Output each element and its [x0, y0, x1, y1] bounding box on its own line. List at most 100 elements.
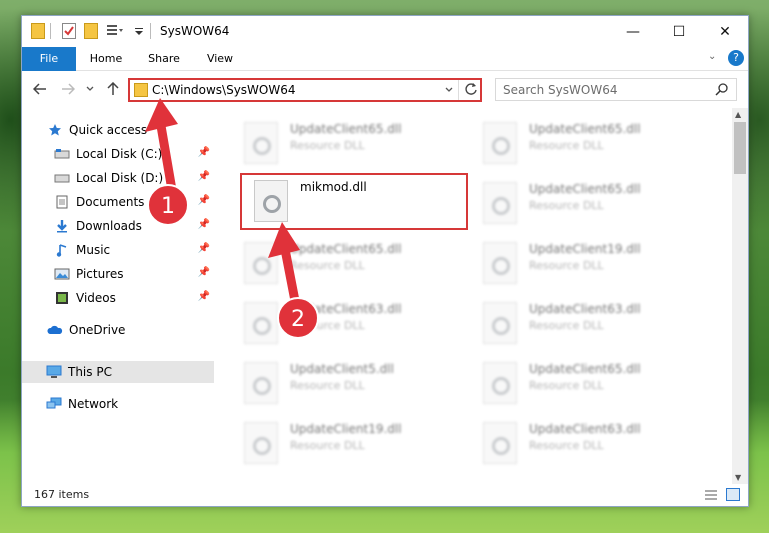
close-button[interactable]: ✕ — [702, 16, 748, 47]
folder-icon — [31, 23, 45, 39]
forward-arrow-icon — [62, 83, 75, 95]
sidebar-item-quick-access[interactable]: Quick access — [22, 119, 214, 141]
pin-icon: 📌 — [197, 147, 210, 158]
address-bar[interactable]: C:\Windows\SysWOW64 — [128, 78, 482, 102]
list-item[interactable]: UpdateClient63.dll Resource DLL — [473, 298, 703, 350]
sidebar-item-videos[interactable]: Videos 📌 — [22, 287, 214, 309]
tab-file[interactable]: File — [22, 47, 76, 71]
list-item[interactable]: UpdateClient65.dll Resource DLL — [473, 178, 703, 230]
list-item[interactable]: UpdateClient65.dll Resource DLL — [234, 118, 464, 170]
dll-file-icon — [244, 302, 278, 344]
dll-file-icon — [483, 122, 517, 164]
file-name: UpdateClient65.dll — [290, 242, 402, 256]
chevron-down-icon — [86, 86, 94, 91]
search-input[interactable]: Search SysWOW64 — [495, 78, 737, 101]
forward-button[interactable] — [59, 80, 77, 98]
file-type: Resource DLL — [290, 139, 365, 152]
file-name: UpdateClient63.dll — [529, 422, 641, 436]
tab-share[interactable]: Share — [138, 47, 190, 71]
file-name: UpdateClient63.dll — [290, 302, 402, 316]
refresh-icon — [465, 83, 477, 95]
pin-icon: 📌 — [197, 195, 210, 206]
list-item[interactable]: UpdateClient65.dll Resource DLL — [473, 358, 703, 410]
large-icons-view-icon[interactable] — [726, 488, 740, 501]
address-dropdown-button[interactable] — [444, 84, 454, 98]
customize-qa-icon[interactable] — [106, 23, 124, 39]
dll-file-icon — [483, 182, 517, 224]
ribbon-tabs: File Home Share View ⌄ ? — [22, 47, 748, 71]
list-item[interactable]: UpdateClient19.dll Resource DLL — [234, 418, 464, 470]
list-item[interactable]: UpdateClient65.dll Resource DLL — [234, 238, 464, 290]
vertical-scrollbar[interactable]: ▲ ▼ — [732, 108, 748, 484]
file-type: Resource DLL — [529, 439, 604, 452]
new-folder-icon[interactable] — [84, 23, 98, 39]
ribbon-expand-icon[interactable]: ⌄ — [708, 51, 716, 62]
recent-locations-button[interactable] — [84, 80, 96, 98]
sidebar-item-local-disk-c[interactable]: Local Disk (C:) 📌 — [22, 143, 214, 165]
file-type: Resource DLL — [529, 259, 604, 272]
dll-file-icon — [483, 362, 517, 404]
separator — [50, 23, 51, 39]
sidebar-item-label: Pictures — [76, 267, 124, 281]
sidebar-item-this-pc[interactable]: This PC — [22, 361, 214, 383]
back-button[interactable] — [31, 80, 49, 98]
scrollbar-thumb[interactable] — [734, 122, 746, 174]
sidebar-item-label: This PC — [68, 365, 112, 379]
navigation-pane: Quick access Local Disk (C:) 📌 Local Dis… — [22, 108, 214, 484]
file-name: UpdateClient65.dll — [290, 122, 402, 136]
file-name: UpdateClient19.dll — [290, 422, 402, 436]
tab-view[interactable]: View — [196, 47, 244, 71]
file-type: Resource DLL — [290, 319, 365, 332]
properties-icon[interactable] — [62, 23, 76, 39]
file-name: UpdateClient65.dll — [529, 182, 641, 196]
minimize-button[interactable]: — — [610, 16, 656, 47]
sidebar-item-label: Local Disk (D:) — [76, 171, 164, 185]
separator — [150, 23, 151, 39]
scroll-up-icon[interactable]: ▲ — [735, 110, 741, 119]
list-item[interactable]: UpdateClient19.dll Resource DLL — [473, 238, 703, 290]
dll-file-icon — [483, 302, 517, 344]
sidebar-item-label: Network — [68, 397, 119, 411]
sidebar-item-label: Videos — [76, 291, 116, 305]
up-button[interactable] — [104, 80, 122, 98]
separator — [458, 80, 459, 100]
details-view-icon[interactable] — [704, 489, 718, 504]
sidebar-item-local-disk-d[interactable]: Local Disk (D:) 📌 — [22, 167, 214, 189]
pin-icon: 📌 — [197, 171, 210, 182]
sidebar-item-documents[interactable]: Documents 📌 — [22, 191, 214, 213]
sidebar-item-network[interactable]: Network — [22, 393, 214, 415]
list-item[interactable]: UpdateClient63.dll Resource DLL — [234, 298, 464, 350]
file-type: Resource DLL — [529, 199, 604, 212]
status-bar: 167 items — [22, 484, 748, 506]
pin-icon: 📌 — [197, 243, 210, 254]
tab-home[interactable]: Home — [80, 47, 132, 71]
file-type: Resource DLL — [290, 439, 365, 452]
maximize-button[interactable]: ☐ — [656, 16, 702, 47]
folder-icon — [134, 83, 148, 97]
pin-icon: 📌 — [197, 267, 210, 278]
file-name: UpdateClient5.dll — [290, 362, 394, 376]
sidebar-item-onedrive[interactable]: OneDrive — [22, 319, 214, 341]
sidebar-item-label: Documents — [76, 195, 145, 209]
network-icon — [46, 396, 62, 412]
sidebar-item-downloads[interactable]: Downloads 📌 — [22, 215, 214, 237]
file-name: UpdateClient19.dll — [529, 242, 641, 256]
list-item[interactable]: UpdateClient63.dll Resource DLL — [473, 418, 703, 470]
pin-icon: 📌 — [197, 219, 210, 230]
pin-icon: 📌 — [197, 291, 210, 302]
list-item[interactable]: UpdateClient5.dll Resource DLL — [234, 358, 464, 410]
search-placeholder: Search SysWOW64 — [503, 83, 618, 97]
sidebar-item-label: OneDrive — [69, 323, 126, 337]
dll-file-icon — [244, 422, 278, 464]
file-highlight-box — [240, 173, 468, 230]
sidebar-item-pictures[interactable]: Pictures 📌 — [22, 263, 214, 285]
scroll-down-icon[interactable]: ▼ — [735, 473, 741, 482]
address-row: C:\Windows\SysWOW64 Search SysWOW64 — [22, 72, 748, 108]
refresh-button[interactable] — [464, 82, 478, 99]
downloads-icon — [54, 218, 70, 234]
list-item[interactable]: UpdateClient65.dll Resource DLL — [473, 118, 703, 170]
file-type: Resource DLL — [529, 139, 604, 152]
sidebar-item-music[interactable]: Music 📌 — [22, 239, 214, 261]
help-icon[interactable]: ? — [728, 50, 744, 66]
qa-dropdown-icon[interactable] — [134, 23, 144, 39]
